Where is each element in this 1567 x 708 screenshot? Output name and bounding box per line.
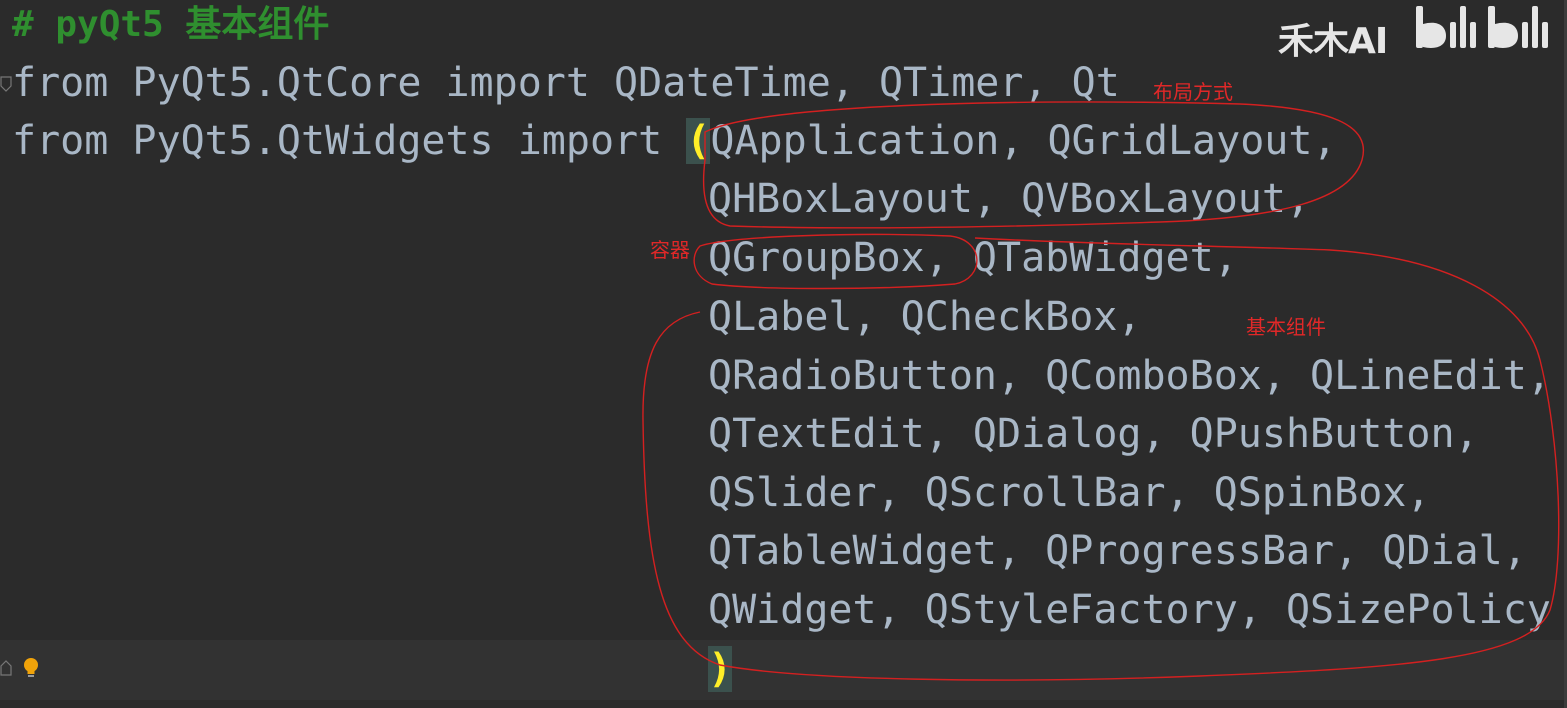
import-continuation-line: QLabel, QCheckBox, (708, 294, 1142, 340)
import-continuation-line: QRadioButton, QComboBox, QLineEdit, (708, 353, 1551, 399)
annotation-container: 容器 (650, 238, 690, 262)
code-editor[interactable]: # pyQt5 基本组件 from PyQt5.QtCore import QD… (0, 0, 1567, 708)
annotation-basic-components: 基本组件 (1246, 315, 1326, 339)
close-paren: ) (708, 646, 733, 692)
watermark-text: 禾木AI (1278, 21, 1388, 62)
bilibili-logo-icon (1416, 6, 1548, 48)
import-continuation-line: QTextEdit, QDialog, QPushButton, (708, 411, 1479, 457)
open-paren: ( (686, 118, 711, 164)
import-continuation-line: QTableWidget, QProgressBar, QDial, (708, 528, 1527, 574)
fold-marker-icon[interactable] (0, 76, 12, 92)
import-prefix: from PyQt5.QtWidgets import (12, 118, 687, 164)
lightbulb-icon[interactable] (22, 656, 40, 680)
comment-line: # pyQt5 基本组件 (12, 4, 330, 45)
close-paren-line: ) (708, 640, 733, 698)
import-continuation-line: QHBoxLayout, QVBoxLayout, (708, 176, 1311, 222)
annotation-layout: 布局方式 (1153, 80, 1233, 104)
import-first-names: QApplication, QGridLayout, (710, 118, 1337, 164)
import-line-qtcore: from PyQt5.QtCore import QDateTime, QTim… (12, 60, 1120, 106)
fold-marker-icon[interactable] (0, 660, 12, 676)
import-continuation-line: QGroupBox, QTabWidget, (708, 235, 1238, 281)
import-line-qtwidgets: from PyQt5.QtWidgets import (QApplicatio… (12, 112, 1337, 170)
import-continuation-line: QSlider, QScrollBar, QSpinBox, (708, 470, 1431, 516)
current-line-highlight (0, 640, 1567, 700)
import-continuation-line: QWidget, QStyleFactory, QSizePolicy (708, 587, 1551, 633)
